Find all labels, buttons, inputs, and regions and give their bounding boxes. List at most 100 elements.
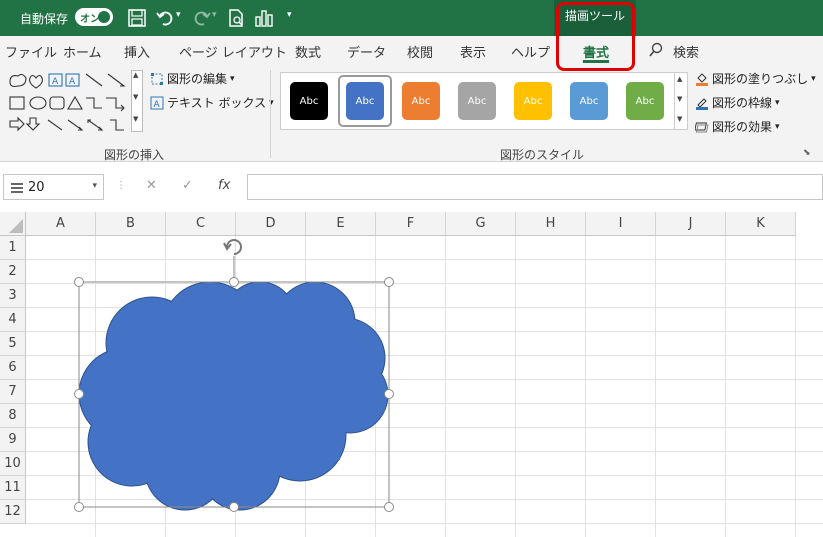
column-header-c[interactable]: C	[166, 212, 236, 236]
select-all-corner[interactable]	[0, 212, 26, 236]
style-swatch-blue[interactable]: Abc	[346, 82, 384, 120]
row-header-11[interactable]: 11	[0, 476, 26, 500]
ribbon: A A ▲ ▼ ▼ 図形の編集 ▾ A テキスト ボックス ▾ 図形の挿入 Ab…	[0, 64, 823, 162]
shape-fill-button[interactable]: 図形の塗りつぶし ▾	[695, 70, 816, 87]
edit-shape-button[interactable]: 図形の編集 ▾	[150, 70, 235, 87]
shape-style-gallery[interactable]: Abc Abc Abc Abc Abc Abc Abc	[280, 72, 676, 130]
style-swatch-gold[interactable]: Abc	[514, 82, 552, 120]
column-header-h[interactable]: H	[516, 212, 586, 236]
rotate-handle-icon[interactable]	[223, 239, 242, 255]
column-header-k[interactable]: K	[726, 212, 796, 236]
column-header-i[interactable]: I	[586, 212, 656, 236]
shape-effects-button[interactable]: 図形の効果 ▾	[695, 118, 780, 135]
undo-dropdown-icon[interactable]: ▾	[176, 10, 181, 20]
shape-effects-icon	[695, 122, 709, 132]
resize-handle[interactable]	[384, 389, 394, 399]
dialog-launcher-icon[interactable]: ⬊	[803, 148, 811, 158]
gridline	[26, 259, 823, 260]
resize-handle[interactable]	[384, 277, 394, 287]
gridline	[515, 236, 516, 537]
svg-text:A: A	[52, 77, 59, 87]
tab-page-layout[interactable]: ページ レイアウト	[179, 42, 287, 61]
gridline	[445, 236, 446, 537]
resize-handle[interactable]	[74, 277, 84, 287]
gridline	[305, 236, 306, 537]
gallery-more-icon[interactable]: ▼	[677, 115, 682, 123]
shapes-gallery[interactable]: A A	[6, 70, 142, 138]
tab-data[interactable]: データ	[347, 42, 386, 61]
insert-function-button[interactable]: fx	[218, 178, 230, 193]
tab-formulas[interactable]: 数式	[295, 42, 321, 61]
style-swatch-gray[interactable]: Abc	[458, 82, 496, 120]
gridline	[26, 331, 823, 332]
scroll-down-icon[interactable]: ▼	[677, 95, 682, 103]
print-preview-icon[interactable]	[226, 8, 246, 28]
shapes-gallery-scroll[interactable]: ▲ ▼ ▼	[131, 70, 143, 132]
row-header-3[interactable]: 3	[0, 284, 26, 308]
resize-handle[interactable]	[229, 502, 239, 512]
gridline	[165, 236, 166, 537]
row-header-1[interactable]: 1	[0, 236, 26, 260]
style-swatch-lightblue[interactable]: Abc	[570, 82, 608, 120]
row-header-2[interactable]: 2	[0, 260, 26, 284]
scroll-up-icon[interactable]: ▲	[133, 71, 138, 79]
column-header-d[interactable]: D	[236, 212, 306, 236]
gridline	[26, 355, 823, 356]
formula-input[interactable]	[247, 174, 823, 200]
insert-shapes-group-label: 図形の挿入	[104, 148, 165, 162]
resize-handle[interactable]	[384, 502, 394, 512]
tab-review[interactable]: 校閲	[407, 42, 433, 61]
name-box[interactable]: 20 ▾	[3, 174, 104, 200]
undo-icon[interactable]	[155, 8, 175, 28]
search-icon[interactable]	[648, 42, 664, 58]
resize-handle[interactable]	[74, 502, 84, 512]
save-icon[interactable]	[127, 8, 147, 28]
column-header-j[interactable]: J	[656, 212, 726, 236]
scroll-up-icon[interactable]: ▲	[677, 75, 682, 83]
enter-button[interactable]: ✓	[182, 178, 193, 193]
style-gallery-scroll[interactable]: ▲ ▼ ▼	[674, 72, 688, 130]
row-header-6[interactable]: 6	[0, 356, 26, 380]
paint-bucket-icon	[696, 72, 708, 86]
gridline	[26, 427, 823, 428]
style-swatch-orange[interactable]: Abc	[402, 82, 440, 120]
gridline	[655, 236, 656, 537]
tab-view[interactable]: 表示	[460, 42, 486, 61]
chart-icon[interactable]	[254, 8, 274, 28]
row-header-7[interactable]: 7	[0, 380, 26, 404]
customize-toolbar-icon[interactable]: ▾	[287, 10, 292, 20]
column-header-a[interactable]: A	[26, 212, 96, 236]
scroll-down-icon[interactable]: ▼	[133, 93, 138, 101]
row-header-5[interactable]: 5	[0, 332, 26, 356]
column-header-g[interactable]: G	[446, 212, 516, 236]
text-box-button[interactable]: A テキスト ボックス ▾	[150, 94, 274, 111]
style-swatch-black[interactable]: Abc	[290, 82, 328, 120]
tab-help[interactable]: ヘルプ	[511, 42, 550, 61]
resize-handle[interactable]	[229, 277, 239, 287]
gallery-more-icon[interactable]: ▼	[133, 115, 138, 123]
cancel-button[interactable]: ✕	[146, 178, 157, 193]
gridline	[26, 403, 823, 404]
svg-text:A: A	[154, 100, 161, 110]
row-header-8[interactable]: 8	[0, 404, 26, 428]
shape-outline-button[interactable]: 図形の枠線 ▾	[695, 94, 780, 111]
gridline	[375, 236, 376, 537]
redo-dropdown-icon: ▾	[212, 10, 217, 20]
column-header-f[interactable]: F	[376, 212, 446, 236]
autosave-toggle[interactable]: オン	[75, 8, 113, 26]
row-header-4[interactable]: 4	[0, 308, 26, 332]
chevron-down-icon: ▾	[230, 73, 235, 84]
column-header-b[interactable]: B	[96, 212, 166, 236]
row-header-9[interactable]: 9	[0, 428, 26, 452]
row-header-10[interactable]: 10	[0, 452, 26, 476]
row-header-12[interactable]: 12	[0, 500, 26, 524]
search-label[interactable]: 検索	[673, 42, 699, 61]
tab-insert[interactable]: 挿入	[124, 42, 150, 61]
tab-file[interactable]: ファイル	[5, 42, 57, 61]
tab-home[interactable]: ホーム	[63, 42, 102, 61]
chevron-down-icon[interactable]: ▾	[92, 181, 97, 191]
resize-handle[interactable]	[74, 389, 84, 399]
column-header-e[interactable]: E	[306, 212, 376, 236]
style-swatch-green[interactable]: Abc	[626, 82, 664, 120]
gridline	[26, 307, 823, 308]
